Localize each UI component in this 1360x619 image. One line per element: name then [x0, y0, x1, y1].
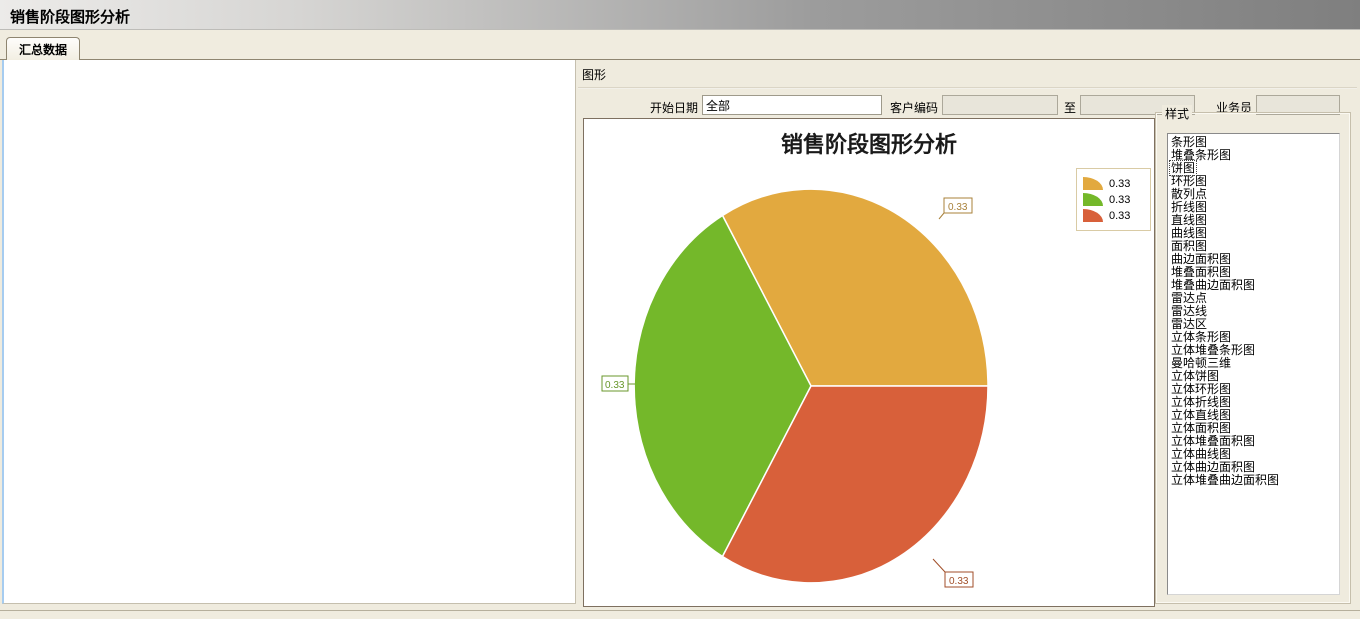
tab-summary-data[interactable]: 汇总数据 [6, 37, 80, 60]
window-titlebar: 销售阶段图形分析 [0, 0, 1360, 30]
pie-chart: 0.33 0.33 0.33 [584, 119, 1156, 608]
legend-entry: 0.33 [1083, 177, 1144, 190]
slice-label: 0.33 [605, 380, 625, 391]
slice-label-leader [939, 213, 944, 219]
style-groupbox: 样式 条形图 堆叠条形图 饼图 环形图 散列点 折线图 直线图 曲线图 面积图 … [1155, 112, 1351, 604]
legend-value: 0.33 [1109, 194, 1130, 206]
style-list-item[interactable]: 立体堆叠曲边面积图 [1170, 474, 1339, 487]
legend-value: 0.33 [1109, 210, 1130, 222]
legend-swatch-icon [1083, 209, 1103, 222]
to-label: 至 [1060, 98, 1076, 118]
slice-label: 0.33 [949, 576, 969, 587]
section-divider [578, 87, 1357, 89]
legend-swatch-icon [1083, 177, 1103, 190]
style-list: 条形图 堆叠条形图 饼图 环形图 散列点 折线图 直线图 曲线图 面积图 曲边面… [1167, 133, 1340, 595]
customer-code-label: 客户编码 [884, 98, 938, 118]
graph-section-title: 图形 [582, 66, 606, 83]
legend-swatch-icon [1083, 193, 1103, 206]
legend-entry: 0.33 [1083, 209, 1144, 222]
start-date-label: 开始日期 [636, 98, 698, 118]
style-groupbox-title: 样式 [1162, 105, 1192, 122]
summary-data-panel [2, 60, 576, 604]
customer-code-input[interactable] [942, 95, 1058, 115]
legend-value: 0.33 [1109, 178, 1130, 190]
pie-chart-area: 0.33 0.33 0.33 销售阶段图形分析 0.33 0.33 0.33 [583, 118, 1155, 607]
legend-entry: 0.33 [1083, 193, 1144, 206]
window-title: 销售阶段图形分析 [10, 6, 130, 27]
slice-label-leader [933, 559, 945, 572]
chart-legend: 0.33 0.33 0.33 [1076, 168, 1151, 231]
slice-label: 0.33 [948, 202, 968, 213]
start-date-input[interactable] [702, 95, 882, 115]
chart-title: 销售阶段图形分析 [584, 127, 1154, 159]
